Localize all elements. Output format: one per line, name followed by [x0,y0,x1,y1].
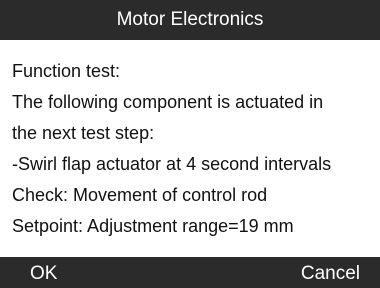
message-line: The following component is actuated in [12,92,324,112]
softkey-bar: OK Cancel [0,257,380,288]
page-title: Motor Electronics [116,9,264,30]
message-line: the next test step: [12,123,155,143]
message-line: Function test: [12,61,121,81]
message-line: Check: Movement of control rod [12,185,268,205]
message-body: Function test: The following component i… [12,56,372,242]
ok-button[interactable]: OK [30,257,57,288]
dialog-screen: Motor Electronics Function test: The fol… [0,0,380,288]
cancel-button[interactable]: Cancel [301,257,360,288]
message-line: -Swirl flap actuator at 4 second interva… [12,154,332,174]
message-line: Setpoint: Adjustment range=19 mm [12,216,294,236]
title-bar: Motor Electronics [0,0,380,40]
